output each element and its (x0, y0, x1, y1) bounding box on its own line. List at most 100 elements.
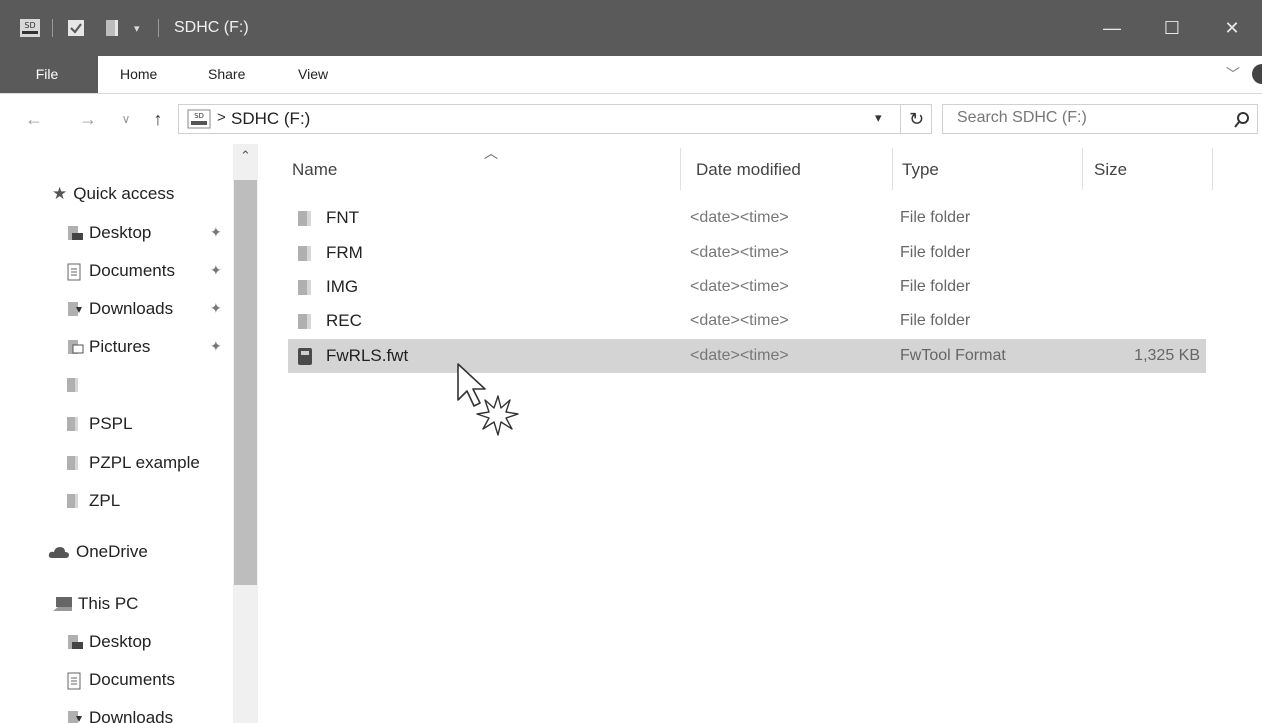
properties-icon[interactable] (66, 0, 86, 56)
star-icon: ★ (52, 184, 68, 203)
file-type: File folder (900, 278, 971, 295)
folder-icon (298, 280, 311, 296)
sidebar-item-label: Desktop (89, 223, 152, 242)
desktop-folder-icon (66, 225, 83, 241)
recent-locations-dropdown-icon[interactable]: ∨ (116, 104, 136, 134)
file-row[interactable]: IMG <date><time> File folder (288, 270, 1206, 304)
refresh-icon[interactable]: ↻ (900, 104, 932, 134)
documents-folder-icon (66, 263, 82, 281)
pin-icon[interactable]: ✦ (210, 224, 222, 241)
sort-ascending-icon: ︿ (484, 145, 498, 161)
search-icon[interactable] (1233, 111, 1251, 129)
sidebar-item-label: OneDrive (76, 542, 148, 561)
file-row[interactable]: FwRLS.fwt <date><time> FwTool Format 1,325 … (288, 339, 1206, 373)
pin-icon[interactable]: ✦ (210, 338, 222, 355)
file-row[interactable]: REC <date><time> File folder (288, 304, 1206, 338)
quick-access-toolbar-dropdown-icon[interactable]: ▾ (134, 0, 140, 56)
downloads-folder-icon (66, 301, 82, 317)
sidebar-item-unnamed-folder[interactable] (66, 369, 89, 401)
sidebar-item-downloads[interactable]: Downloads (66, 293, 173, 325)
forward-arrow-icon[interactable]: → (76, 104, 100, 134)
sd-drive-icon: SD (187, 109, 211, 129)
address-bar[interactable]: SD > SDHC (F:) ▾ ↻ (178, 104, 932, 134)
file-size (1088, 304, 1200, 338)
sidebar-item-label: Desktop (89, 632, 152, 651)
title-bar: SD ▾ SDHC (F:) — ☐ ✕ (0, 0, 1262, 56)
sidebar-item-pc-downloads[interactable]: Downloads (66, 702, 173, 723)
sidebar-item-label: This PC (78, 594, 139, 613)
scrollbar-thumb[interactable] (234, 180, 257, 585)
sidebar-item-desktop[interactable]: Desktop (66, 217, 151, 249)
column-header-size[interactable]: Size (1094, 160, 1127, 184)
help-icon[interactable] (1252, 64, 1262, 84)
documents-folder-icon (66, 672, 82, 690)
pin-icon[interactable]: ✦ (210, 262, 222, 279)
file-type: File folder (900, 312, 971, 329)
breadcrumb-path[interactable]: SDHC (F:) (231, 109, 310, 129)
file-row[interactable]: FNT <date><time> File folder (288, 201, 1206, 235)
file-size (1088, 270, 1200, 304)
file-date-modified: <date><time> (690, 347, 789, 364)
sidebar-item-label: ZPL (89, 491, 121, 510)
scroll-up-icon[interactable]: ⌃ (233, 148, 258, 170)
file-type: File folder (900, 209, 971, 226)
sidebar-item-label: Downloads (89, 299, 174, 318)
folder-icon (66, 377, 82, 393)
expand-ribbon-icon[interactable]: ﹀ (1226, 56, 1240, 93)
search-input[interactable]: Search SDHC (F:) (942, 104, 1258, 134)
file-name: REC (326, 311, 362, 330)
file-row[interactable]: FRM <date><time> File folder (288, 236, 1206, 270)
sidebar-item-pictures[interactable]: Pictures (66, 331, 150, 363)
minimize-button[interactable]: — (1082, 0, 1142, 56)
file-size (1088, 236, 1200, 270)
window-title: SDHC (F:) (174, 19, 249, 36)
tab-view[interactable]: View (298, 56, 328, 93)
file-name: FRM (326, 243, 363, 262)
sd-drive-icon[interactable]: SD (18, 0, 42, 56)
address-dropdown-icon[interactable]: ▾ (875, 110, 882, 126)
tab-file[interactable]: File (0, 56, 98, 93)
folder-icon (298, 211, 311, 227)
tab-share[interactable]: Share (208, 56, 245, 93)
maximize-button[interactable]: ☐ (1142, 0, 1202, 56)
sidebar-item-label: PSPL (89, 414, 133, 433)
sidebar-item-label: PZPL example (89, 453, 200, 472)
svg-text:SD: SD (194, 112, 204, 120)
file-size (1088, 201, 1200, 235)
file-name: FNT (326, 208, 360, 227)
sidebar-item-pc-documents[interactable]: Documents (66, 664, 175, 696)
sidebar-item-quick-access[interactable]: ★ Quick access (52, 178, 174, 210)
sidebar-item-pc-desktop[interactable]: Desktop (66, 626, 151, 658)
file-date-modified: <date><time> (690, 209, 789, 226)
file-size: 1,325 KB (1134, 347, 1200, 364)
sidebar-item-label: Documents (89, 261, 175, 280)
column-header-date-modified[interactable]: Date modified (696, 160, 801, 184)
column-header-name[interactable]: Name (292, 160, 337, 184)
desktop-folder-icon (66, 634, 83, 650)
downloads-folder-icon (66, 710, 82, 723)
new-folder-icon[interactable] (104, 0, 120, 56)
sidebar-item-zpl[interactable]: ZPL (66, 485, 120, 517)
pin-icon[interactable]: ✦ (210, 300, 222, 317)
sidebar-item-onedrive[interactable]: OneDrive (48, 536, 148, 568)
search-placeholder: Search SDHC (F:) (957, 109, 1087, 126)
folder-icon (298, 314, 311, 330)
sidebar-item-this-pc[interactable]: This PC (52, 588, 138, 620)
sidebar-item-documents[interactable]: Documents (66, 255, 175, 287)
sidebar-item-label: Quick access (73, 184, 175, 203)
pictures-folder-icon (66, 339, 84, 355)
close-button[interactable]: ✕ (1202, 0, 1262, 56)
sidebar-item-pspl[interactable]: PSPL (66, 408, 132, 440)
file-type: FwTool Format (900, 347, 1006, 364)
ribbon-tabs: File Home Share View ﹀ (0, 56, 1262, 94)
sidebar-item-pzpl-example[interactable]: PZPL example (66, 447, 200, 479)
column-header-type[interactable]: Type (902, 160, 939, 184)
file-type: File folder (900, 244, 971, 261)
tab-home[interactable]: Home (120, 56, 157, 93)
sidebar-item-label: Documents (89, 670, 175, 689)
back-arrow-icon[interactable]: ← (22, 104, 46, 134)
sidebar-item-label: Pictures (89, 337, 151, 356)
folder-icon (66, 493, 82, 509)
folder-icon (298, 246, 311, 262)
up-arrow-icon[interactable]: ↑ (146, 104, 170, 134)
